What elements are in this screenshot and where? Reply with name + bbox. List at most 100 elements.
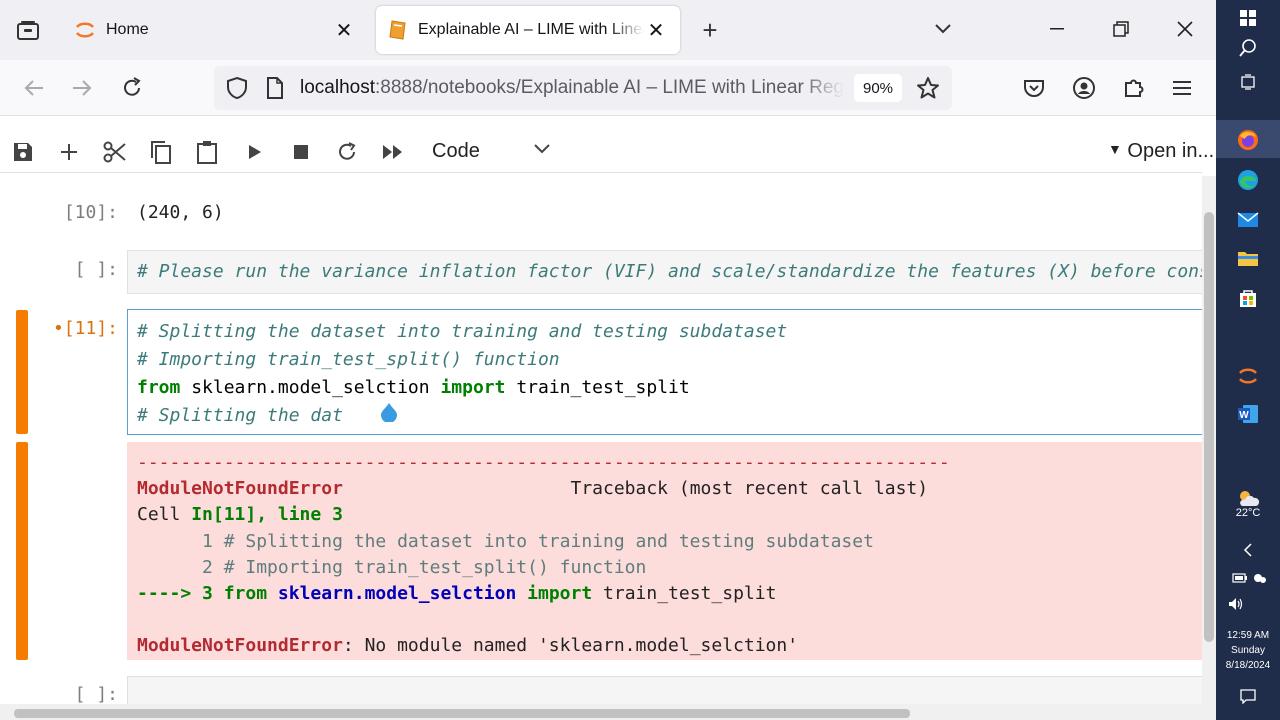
forward-button[interactable] (66, 72, 98, 104)
code-comment: # Splitting the dataset into training an… (137, 321, 788, 342)
hamburger-menu-icon (1173, 81, 1191, 95)
input-prompt: [ ]: (74, 684, 118, 705)
mail-icon (1237, 212, 1259, 227)
url-bar[interactable]: localhost:8888/notebooks/Explainable AI … (214, 66, 952, 110)
new-tab-button[interactable]: + (694, 14, 726, 46)
copy-button[interactable] (146, 137, 176, 167)
store-taskbar-button[interactable] (1232, 282, 1264, 314)
close-icon[interactable]: ✕ (332, 18, 356, 42)
keyword-import: import (440, 377, 506, 398)
input-prompt: [ ]: (74, 259, 118, 280)
word-icon: W (1238, 405, 1258, 423)
shield-icon[interactable] (226, 76, 248, 100)
keyword-from: from (223, 583, 268, 605)
clipboard-icon (197, 141, 217, 164)
pocket-button[interactable] (1018, 72, 1050, 104)
restart-kernel-button[interactable] (332, 137, 362, 167)
chevron-left-icon (1243, 543, 1252, 557)
restart-run-all-button[interactable] (378, 137, 408, 167)
url-text[interactable]: localhost:8888/notebooks/Explainable AI … (300, 77, 844, 99)
save-button[interactable] (8, 137, 38, 167)
browser-window: Home ✕ Explainable AI – LIME with Linear… (0, 0, 1216, 720)
jupyter-taskbar-button[interactable] (1232, 360, 1264, 392)
traceback-line: 1 # Splitting the dataset into training … (137, 530, 874, 552)
cell-reference: In[11], line 3 (191, 504, 343, 526)
svg-text:W: W (1239, 410, 1249, 421)
minimize-button[interactable] (1042, 14, 1072, 44)
copy-icon (151, 141, 171, 164)
cell-type-select[interactable]: Code (432, 140, 480, 163)
error-name: ModuleNotFoundError (137, 635, 343, 657)
code-cell[interactable]: # Please run the variance inflation fact… (127, 250, 1203, 294)
chevron-down-icon (935, 24, 951, 34)
clock[interactable]: 12:59 AM Sunday 8/18/2024 (1216, 628, 1280, 673)
tab-title: Explainable AI – LIME with Linear Regres… (418, 21, 644, 38)
text-cursor-handle-icon[interactable] (380, 402, 398, 422)
file-explorer-taskbar-button[interactable] (1232, 242, 1264, 274)
notifications-button[interactable] (1232, 680, 1264, 712)
caret-down-icon: ▼ (1108, 141, 1122, 157)
navigation-bar: localhost:8888/notebooks/Explainable AI … (0, 60, 1216, 116)
task-view-button[interactable] (1232, 66, 1264, 98)
notification-icon (1240, 689, 1256, 704)
cut-button[interactable] (100, 137, 130, 167)
restore-icon (1113, 21, 1129, 37)
url-path: :8888/notebooks/Explainable AI – LIME wi… (375, 77, 844, 98)
cell-type-dropdown[interactable] (534, 141, 550, 159)
star-icon[interactable] (916, 76, 940, 100)
close-icon (1177, 21, 1193, 37)
output-collapser[interactable] (16, 442, 28, 660)
firefox-view-button[interactable] (0, 0, 56, 60)
interrupt-button[interactable] (286, 137, 316, 167)
firefox-icon (1238, 130, 1258, 150)
open-in-label: Open in... (1127, 140, 1215, 162)
search-button[interactable] (1232, 32, 1264, 64)
error-separator: ----------------------------------------… (137, 452, 950, 473)
url-host: localhost (300, 77, 375, 98)
firefox-taskbar-button[interactable] (1232, 124, 1264, 156)
fast-forward-icon (383, 145, 402, 159)
list-all-tabs-button[interactable] (928, 14, 958, 44)
speaker-icon (1229, 598, 1243, 610)
open-in-menu[interactable]: ▼ Open in... (1108, 140, 1214, 163)
horizontal-scrollbar-thumb[interactable] (14, 709, 910, 718)
extensions-button[interactable] (1118, 72, 1150, 104)
back-button[interactable] (18, 72, 50, 104)
volume-button[interactable] (1220, 588, 1252, 620)
start-button[interactable] (1232, 2, 1264, 34)
tab-notebook[interactable]: Explainable AI – LIME with Linear Regres… (376, 6, 680, 54)
restart-icon (339, 142, 356, 160)
restore-button[interactable] (1106, 14, 1136, 44)
reload-button[interactable] (116, 72, 148, 104)
pocket-icon (1024, 80, 1044, 97)
output-prompt: [10]: (63, 202, 118, 223)
play-icon (249, 145, 261, 159)
vertical-scrollbar-thumb[interactable] (1204, 212, 1214, 642)
close-icon[interactable]: ✕ (644, 18, 668, 42)
edge-taskbar-button[interactable] (1232, 164, 1264, 196)
save-icon (14, 143, 32, 161)
network-icon (1254, 574, 1266, 583)
error-message: : No module named 'sklearn.model_selctio… (342, 635, 799, 657)
account-button[interactable] (1068, 72, 1100, 104)
jupyter-logo-icon (1239, 368, 1257, 384)
cell-collapser[interactable] (16, 310, 28, 434)
code-comment: # Importing train_test_split() function (137, 349, 560, 370)
mail-taskbar-button[interactable] (1232, 204, 1264, 236)
paste-button[interactable] (192, 137, 222, 167)
minimize-icon (1050, 28, 1064, 30)
zoom-level-button[interactable]: 90% (854, 74, 902, 102)
close-window-button[interactable] (1170, 14, 1200, 44)
cell-output: (240, 6) (137, 202, 224, 223)
code-cell-active[interactable]: # Splitting the dataset into training an… (127, 309, 1203, 435)
edge-icon (1238, 170, 1258, 190)
insert-cell-button[interactable] (54, 137, 84, 167)
tab-home[interactable]: Home ✕ (62, 6, 368, 54)
run-button[interactable] (240, 137, 270, 167)
page-icon[interactable] (266, 77, 284, 99)
store-icon (1240, 290, 1256, 307)
menu-button[interactable] (1166, 72, 1198, 104)
code-comment: # Please run the variance inflation fact… (137, 261, 1202, 282)
notebook-icon (389, 20, 406, 40)
word-taskbar-button[interactable]: W (1232, 398, 1264, 430)
